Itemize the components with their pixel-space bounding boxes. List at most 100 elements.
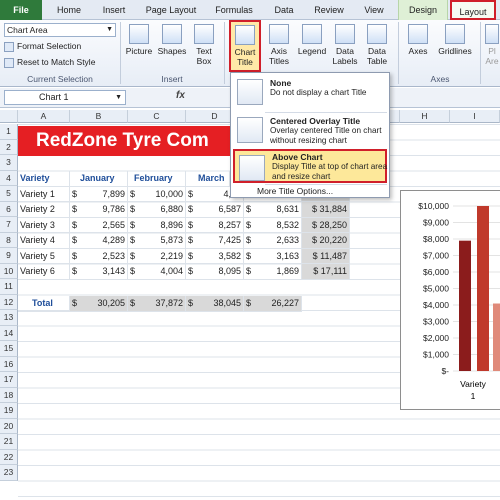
tab-view[interactable]: View — [354, 0, 394, 20]
shapes-button[interactable]: Shapes — [156, 24, 188, 56]
fx-icon[interactable]: fx — [176, 90, 185, 101]
value-cell-e[interactable]: $1,869 — [244, 264, 302, 280]
header-january[interactable]: January — [70, 171, 128, 187]
gridlines-button[interactable]: Gridlines — [434, 24, 476, 56]
value-cell-total[interactable]: $ 11,487 — [302, 248, 350, 264]
plot-area-button[interactable]: Pl Are — [484, 24, 500, 66]
variety-name-cell[interactable]: Variety 3 — [18, 217, 70, 233]
select-all-corner[interactable] — [0, 110, 18, 123]
row-header[interactable]: 21 — [0, 434, 18, 450]
tab-formulas[interactable]: Formulas — [208, 0, 260, 20]
row-header[interactable]: 15 — [0, 341, 18, 357]
chart-bar[interactable] — [459, 240, 471, 371]
menu-item-centered-overlay-title[interactable]: Centered Overlay Title Overlay centered … — [233, 113, 387, 149]
menu-item-none[interactable]: None Do not display a chart Title — [233, 75, 387, 111]
text-box-button[interactable]: Text Box — [190, 24, 218, 66]
value-cell-total[interactable]: $ 28,250 — [302, 217, 350, 233]
total-february[interactable]: $37,872 — [128, 296, 186, 312]
column-header[interactable]: H — [400, 110, 450, 123]
row-header[interactable]: 22 — [0, 449, 18, 465]
row-header[interactable]: 19 — [0, 403, 18, 419]
value-cell-e[interactable]: $2,633 — [244, 233, 302, 249]
total-january[interactable]: $30,205 — [70, 296, 128, 312]
row-header[interactable]: 9 — [0, 248, 18, 264]
value-cell-jan[interactable]: $2,565 — [70, 217, 128, 233]
row-header[interactable]: 8 — [0, 232, 18, 248]
value-cell-e[interactable]: $8,532 — [244, 217, 302, 233]
chart-bar[interactable] — [493, 303, 500, 371]
value-cell-mar[interactable]: $7,425 — [186, 233, 244, 249]
data-table-button[interactable]: Data Table — [362, 24, 392, 66]
chart-element-dropdown[interactable]: Chart Area ▼ — [4, 23, 116, 37]
chart-title-button[interactable]: Chart Title — [229, 20, 261, 72]
column-header[interactable]: B — [70, 110, 128, 123]
row-header[interactable]: 13 — [0, 310, 18, 326]
tab-layout[interactable]: Layout — [450, 0, 496, 20]
tab-review[interactable]: Review — [306, 0, 352, 20]
axis-titles-button[interactable]: Axis Titles — [264, 24, 294, 66]
format-selection-button[interactable]: Format Selection — [4, 41, 81, 52]
row-header[interactable]: 20 — [0, 418, 18, 434]
row-header[interactable]: 2 — [0, 139, 18, 155]
row-header[interactable]: 18 — [0, 387, 18, 403]
tab-page-layout[interactable]: Page Layout — [138, 0, 204, 20]
row-header[interactable]: 7 — [0, 217, 18, 233]
variety-name-cell[interactable]: Variety 4 — [18, 233, 70, 249]
chart-bar[interactable] — [477, 206, 489, 371]
column-header[interactable]: C — [128, 110, 186, 123]
row-header[interactable]: 11 — [0, 279, 18, 295]
row-header[interactable]: 6 — [0, 201, 18, 217]
axes-button[interactable]: Axes — [404, 24, 432, 56]
data-labels-button[interactable]: Data Labels — [330, 24, 360, 66]
value-cell-jan[interactable]: $9,786 — [70, 202, 128, 218]
value-cell-e[interactable]: $8,631 — [244, 202, 302, 218]
value-cell-total[interactable]: $ 31,884 — [302, 202, 350, 218]
row-header[interactable]: 5 — [0, 186, 18, 202]
row-header[interactable]: 16 — [0, 356, 18, 372]
variety-name-cell[interactable]: Variety 1 — [18, 186, 70, 202]
variety-name-cell[interactable]: Variety 2 — [18, 202, 70, 218]
header-february[interactable]: February — [128, 171, 186, 187]
value-cell-total[interactable]: $ 17,111 — [302, 264, 350, 280]
row-header[interactable]: 10 — [0, 263, 18, 279]
tab-file[interactable]: File — [0, 0, 42, 20]
sheet-title-banner[interactable]: RedZone Tyre Com — [18, 126, 230, 156]
row-header[interactable]: 3 — [0, 155, 18, 171]
value-cell-e[interactable]: $3,163 — [244, 248, 302, 264]
variety-name-cell[interactable]: Variety 6 — [18, 264, 70, 280]
value-cell-mar[interactable]: $8,095 — [186, 264, 244, 280]
header-variety[interactable]: Variety — [18, 171, 70, 187]
total-column-e[interactable]: $26,227 — [244, 296, 302, 312]
embedded-chart[interactable]: $10,000 $9,000 $8,000 $7,000 $6,000 $5,000 $4,… — [400, 190, 500, 410]
variety-name-cell[interactable]: Variety 5 — [18, 248, 70, 264]
value-cell-total[interactable]: $ 20,220 — [302, 233, 350, 249]
value-cell-mar[interactable]: $3,582 — [186, 248, 244, 264]
total-march[interactable]: $38,045 — [186, 296, 244, 312]
row-header[interactable]: 4 — [0, 170, 18, 186]
menu-item-more-title-options[interactable]: More Title Options... — [233, 185, 387, 197]
value-cell-jan[interactable]: $2,523 — [70, 248, 128, 264]
column-header[interactable]: I — [450, 110, 500, 123]
tab-design[interactable]: Design — [398, 0, 448, 20]
value-cell-mar[interactable]: $6,587 — [186, 202, 244, 218]
column-header[interactable]: A — [18, 110, 70, 123]
tab-home[interactable]: Home — [46, 0, 92, 20]
row-header[interactable]: 14 — [0, 325, 18, 341]
row-header[interactable]: 17 — [0, 372, 18, 388]
menu-item-above-chart[interactable]: Above Chart Display Title at top of char… — [233, 149, 387, 183]
value-cell-feb[interactable]: $8,896 — [128, 217, 186, 233]
row-header[interactable]: 1 — [0, 124, 18, 140]
value-cell-feb[interactable]: $2,219 — [128, 248, 186, 264]
tab-data[interactable]: Data — [264, 0, 304, 20]
value-cell-feb[interactable]: $5,873 — [128, 233, 186, 249]
picture-button[interactable]: Picture — [124, 24, 154, 56]
value-cell-mar[interactable]: $8,257 — [186, 217, 244, 233]
value-cell-jan[interactable]: $7,899 — [70, 186, 128, 202]
value-cell-feb[interactable]: $6,880 — [128, 202, 186, 218]
value-cell-jan[interactable]: $3,143 — [70, 264, 128, 280]
value-cell-jan[interactable]: $4,289 — [70, 233, 128, 249]
value-cell-feb[interactable]: $4,004 — [128, 264, 186, 280]
header-march[interactable]: March — [186, 171, 230, 187]
name-box[interactable]: Chart 1 ▼ — [4, 90, 126, 105]
value-cell-feb[interactable]: $10,000 — [128, 186, 186, 202]
